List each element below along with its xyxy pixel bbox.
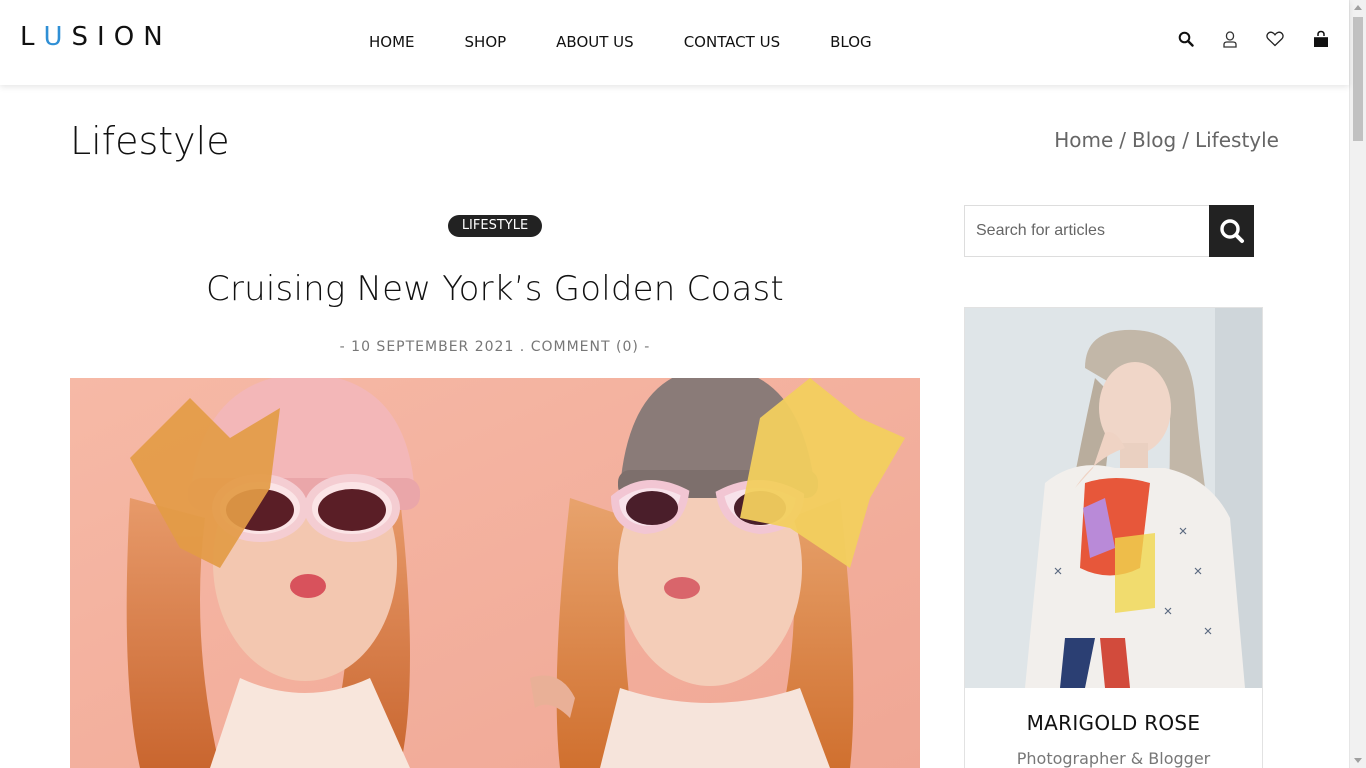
featured-photo-illustration bbox=[70, 378, 920, 768]
logo-letter: S bbox=[71, 22, 98, 52]
heart-icon[interactable] bbox=[1265, 28, 1285, 50]
site-logo[interactable]: L U S I O N bbox=[20, 22, 172, 52]
meta-prefix: - bbox=[339, 339, 352, 355]
page-scrollbar[interactable] bbox=[1349, 0, 1366, 768]
shopping-bag-icon[interactable] bbox=[1311, 28, 1331, 50]
nav-shop[interactable]: SHOP bbox=[440, 31, 532, 53]
nav-about-us[interactable]: ABOUT US bbox=[531, 31, 659, 53]
post-meta: - 10 SEPTEMBER 2021 . COMMENT (0) - bbox=[70, 337, 920, 357]
author-portrait-illustration bbox=[965, 308, 1262, 688]
logo-letter-accent: U bbox=[43, 22, 72, 52]
nav-home[interactable]: HOME bbox=[344, 31, 440, 53]
breadcrumb-home[interactable]: Home bbox=[1054, 127, 1113, 153]
user-icon[interactable] bbox=[1220, 28, 1240, 50]
post-comments-link[interactable]: COMMENT (0) bbox=[531, 339, 639, 355]
breadcrumb-blog[interactable]: Blog bbox=[1132, 127, 1176, 153]
author-name[interactable]: MARIGOLD ROSE bbox=[965, 710, 1262, 736]
search-icon[interactable] bbox=[1176, 28, 1196, 50]
meta-suffix: - bbox=[638, 339, 651, 355]
breadcrumb-separator: / bbox=[1182, 128, 1189, 152]
logo-letter: I bbox=[97, 22, 114, 52]
scroll-up-arrow[interactable] bbox=[1354, 5, 1362, 10]
post-featured-image[interactable] bbox=[70, 378, 920, 768]
logo-letter: N bbox=[143, 22, 172, 52]
post-date: 10 SEPTEMBER 2021 bbox=[351, 339, 515, 355]
post-title[interactable]: Cruising New York’s Golden Coast bbox=[70, 267, 920, 311]
author-card: MARIGOLD ROSE Photographer & Blogger bbox=[964, 307, 1263, 768]
author-role: Photographer & Blogger bbox=[1016, 749, 1211, 768]
breadcrumb-separator: / bbox=[1119, 128, 1127, 152]
breadcrumb: Home / Blog / Lifestyle bbox=[1054, 127, 1279, 153]
article-search bbox=[964, 205, 1254, 257]
author-photo bbox=[965, 308, 1262, 688]
main-nav: HOME SHOP ABOUT US CONTACT US BLOG bbox=[344, 31, 897, 53]
site-header: L U S I O N HOME SHOP ABOUT US CONTACT U… bbox=[0, 0, 1349, 85]
logo-letter: L bbox=[20, 22, 44, 52]
scroll-thumb[interactable] bbox=[1353, 17, 1363, 141]
post-header: LIFESTYLE Cruising New York’s Golden Coa… bbox=[70, 214, 920, 357]
search-input[interactable] bbox=[964, 205, 1209, 257]
nav-blog[interactable]: BLOG bbox=[805, 31, 897, 53]
scroll-down-arrow[interactable] bbox=[1354, 758, 1362, 763]
breadcrumb-current: Lifestyle bbox=[1194, 128, 1279, 152]
meta-separator: . bbox=[514, 339, 531, 355]
category-badge[interactable]: LIFESTYLE bbox=[447, 215, 543, 237]
page-title: Lifestyle bbox=[70, 119, 230, 163]
search-icon bbox=[1219, 219, 1244, 243]
search-button[interactable] bbox=[1209, 205, 1254, 257]
nav-contact-us[interactable]: CONTACT US bbox=[659, 31, 805, 53]
logo-letter: O bbox=[113, 22, 144, 52]
